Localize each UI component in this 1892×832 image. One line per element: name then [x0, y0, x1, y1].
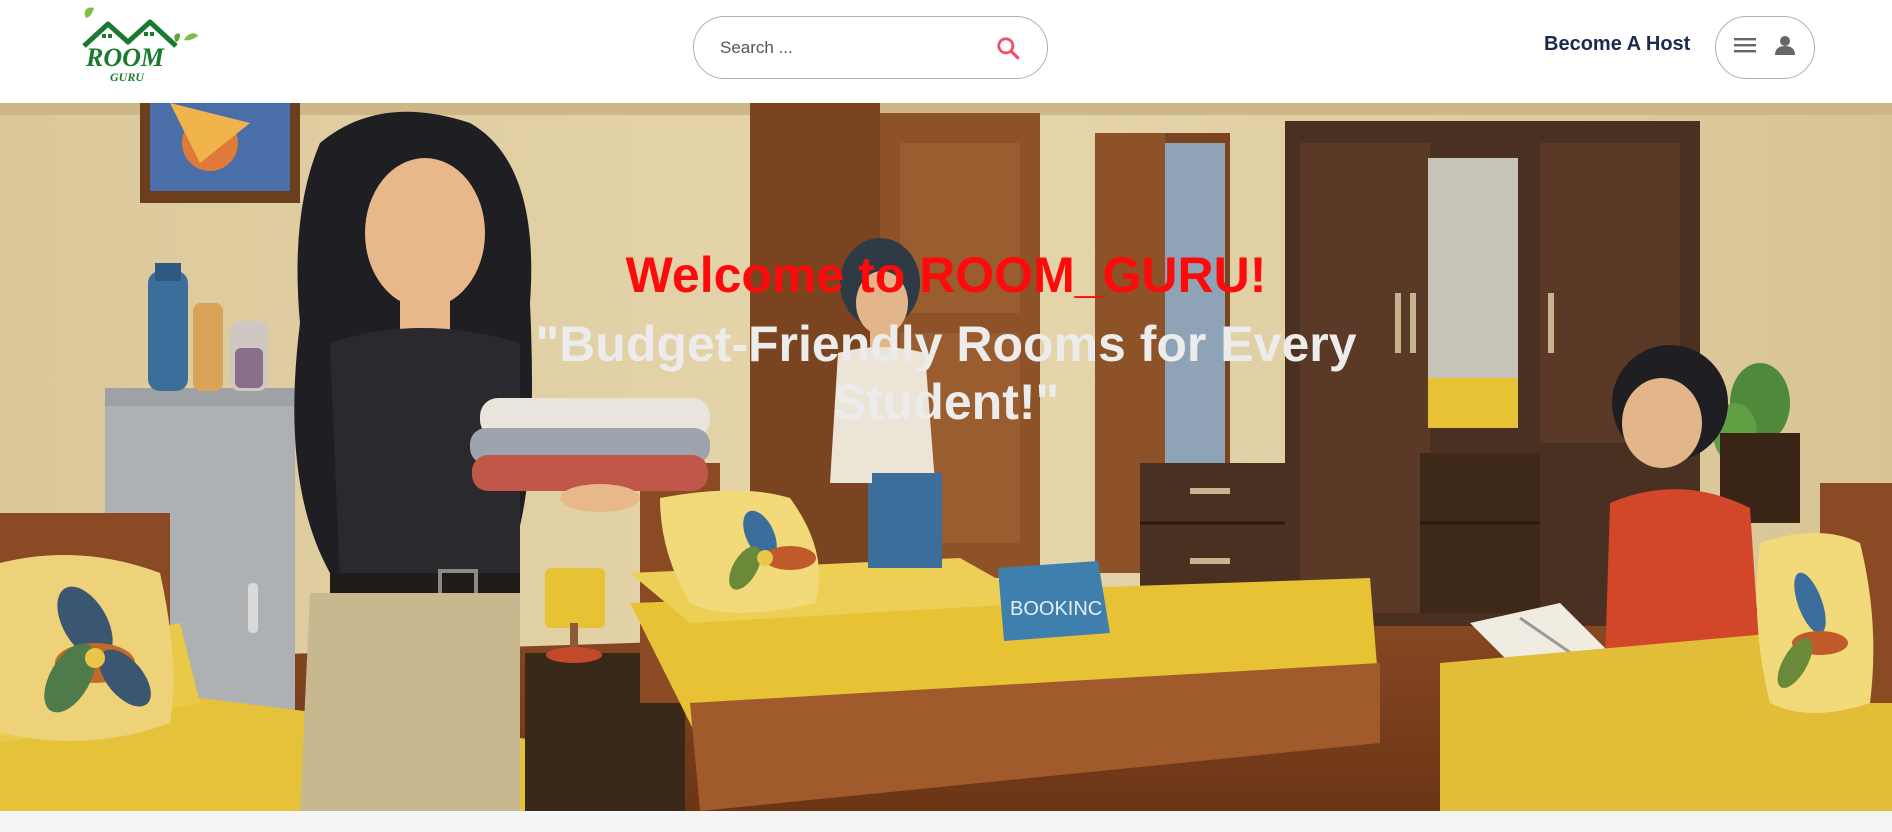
account-menu-button[interactable] [1715, 16, 1815, 79]
logo-wordmark: ROOM [85, 43, 165, 72]
search-bar[interactable] [693, 16, 1048, 79]
hero-illustration: BOOKINC [0, 103, 1892, 811]
hamburger-menu-icon [1733, 35, 1757, 60]
search-input[interactable] [720, 37, 993, 58]
room-guru-logo[interactable]: ROOM GURU [80, 4, 200, 84]
hero-tagline: "Budget-Friendly Rooms for Every Student… [535, 316, 1357, 430]
user-avatar-icon [1773, 33, 1797, 62]
hero-banner: BOOKINC Welcome to ROOM_GURU! "Budget-Fr… [0, 103, 1892, 811]
hero-title: Welcome to ROOM_GURU! [625, 247, 1267, 303]
page-bottom-strip [0, 811, 1892, 832]
become-host-link[interactable]: Become A Host [1544, 33, 1690, 56]
logo-subword: GURU [110, 70, 145, 84]
booking-sign-text: BOOKINC [1010, 598, 1102, 620]
site-header: ROOM GURU Become A Host [0, 0, 1892, 103]
search-icon[interactable] [993, 33, 1023, 63]
